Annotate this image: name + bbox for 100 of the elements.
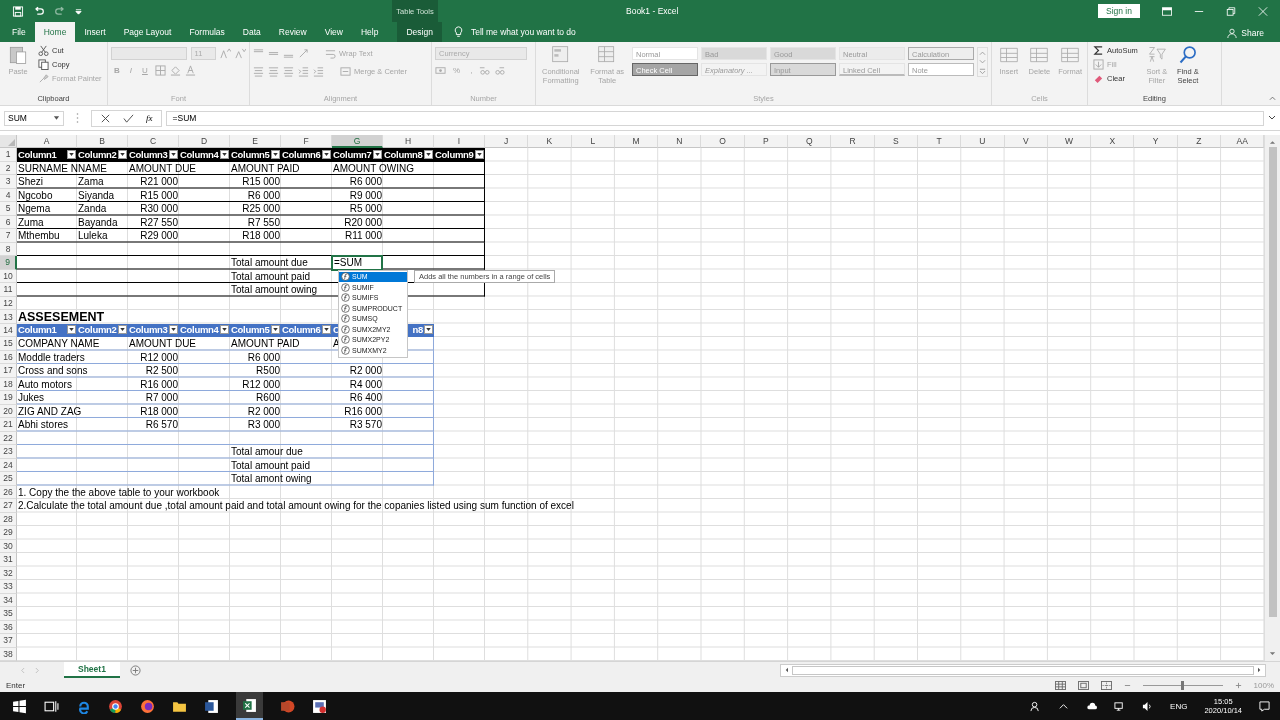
cell-text: 2.Calculate the total amount due ,total amount paid and total amount owing for the copanies listed using sum function of excel	[18, 500, 574, 512]
cell-text: Cross and sons	[18, 365, 88, 377]
row-header[interactable]: 29	[0, 526, 17, 540]
insert-function-button[interactable]: fx	[146, 113, 153, 123]
ribbon-tab[interactable]: Page Layout	[114, 22, 181, 42]
row-header[interactable]: 13	[0, 310, 17, 324]
column-header[interactable]: P	[744, 135, 789, 148]
column-header[interactable]: H	[383, 135, 434, 148]
column-title: Column4	[180, 324, 219, 336]
column-header[interactable]: U	[961, 135, 1005, 148]
input-language[interactable]: ENG	[1170, 701, 1188, 711]
column-title: Column3	[129, 148, 168, 160]
ribbon-tab[interactable]: Formulas	[180, 22, 234, 42]
ribbon-tab[interactable]: Review	[269, 22, 316, 42]
cell-text: R2 000	[349, 365, 382, 377]
tell-me-search[interactable]: Tell me what you want to do	[470, 27, 576, 37]
row-header[interactable]: 25	[0, 472, 17, 486]
cell-text: Total amour due	[231, 446, 303, 458]
row-header[interactable]: 17	[0, 364, 17, 378]
cell-text: R6 400	[349, 392, 382, 404]
cell-text: R9 000	[349, 189, 382, 201]
cell-text: R16 000	[140, 378, 178, 390]
cell-text: R600	[256, 392, 280, 404]
cell-text: R12 000	[242, 378, 280, 390]
row-header[interactable]: 15	[0, 337, 17, 351]
cell-text: Auto motors	[18, 378, 72, 390]
cell-text: R21 000	[140, 176, 178, 188]
column-header[interactable]: D	[179, 135, 230, 148]
cell-text: Total amount owing	[231, 284, 318, 296]
row-header[interactable]: 35	[0, 607, 17, 621]
cell-editor[interactable]: =SUM	[331, 255, 383, 271]
cell-text: AMOUNT OWING	[333, 162, 414, 174]
column-header[interactable]: L	[571, 135, 615, 148]
column-header[interactable]: M	[614, 135, 659, 148]
ribbon-tab[interactable]: Home	[34, 22, 76, 42]
column-header[interactable]: O	[701, 135, 745, 148]
column-title: Column9	[435, 148, 474, 160]
row-header[interactable]: 23	[0, 445, 17, 459]
cell-text: R6 000	[247, 189, 280, 201]
cell-text: R11 000	[344, 230, 382, 242]
cell-text: Shezi	[18, 176, 43, 188]
column-header[interactable]: J	[485, 135, 529, 148]
cell-text: R29 000	[140, 230, 178, 242]
row-header[interactable]: 7	[0, 229, 17, 243]
column-header[interactable]: W	[1047, 135, 1092, 148]
cell-text: Ngcobo	[18, 189, 53, 201]
cell-text: Total amont owing	[231, 473, 312, 485]
column-header[interactable]: A	[17, 135, 77, 148]
ribbon-tab[interactable]: Design	[397, 22, 442, 42]
name-box[interactable]: SUM	[4, 110, 64, 126]
share-button[interactable]: Share	[1221, 27, 1270, 39]
column-header[interactable]: E	[230, 135, 281, 148]
row-header[interactable]: 9	[0, 256, 17, 270]
column-header[interactable]: K	[528, 135, 572, 148]
column-header[interactable]: I	[434, 135, 485, 148]
column-header[interactable]: X	[1091, 135, 1135, 148]
row-header[interactable]: 3	[0, 175, 17, 189]
column-header[interactable]: Y	[1134, 135, 1178, 148]
column-header[interactable]: S	[874, 135, 918, 148]
row-header[interactable]: 37	[0, 634, 17, 648]
formula-input[interactable]: =SUM	[165, 110, 1264, 126]
column-header[interactable]: G	[332, 135, 383, 148]
ribbon-tab[interactable]: Insert	[75, 22, 115, 42]
cell-text: SURNAME N	[18, 162, 78, 174]
column-header[interactable]: R	[831, 135, 875, 148]
row-header[interactable]: 21	[0, 418, 17, 432]
ribbon-tab[interactable]: File	[3, 22, 35, 42]
cell-text: R7 000	[145, 392, 178, 404]
column-title: Column5	[231, 324, 270, 336]
column-header[interactable]: B	[77, 135, 128, 148]
column-header[interactable]: C	[128, 135, 179, 148]
column-title: Column6	[282, 148, 321, 160]
sign-in-button[interactable]: Sign in	[1098, 4, 1140, 18]
column-header[interactable]: V	[1004, 135, 1048, 148]
row-header[interactable]: 31	[0, 553, 17, 567]
column-header[interactable]: T	[917, 135, 962, 148]
ribbon-tab[interactable]: View	[315, 22, 352, 42]
column-title: Column7	[333, 148, 372, 160]
column-header[interactable]: F	[281, 135, 332, 148]
column-header[interactable]: Z	[1177, 135, 1222, 148]
row-header[interactable]: 27	[0, 499, 17, 513]
sheet-tab[interactable]: Sheet1	[64, 662, 120, 678]
row-header[interactable]: 33	[0, 580, 17, 594]
column-title: Column1	[18, 148, 57, 160]
cell-text: COMPANY NAME	[18, 338, 100, 350]
cell-text: R6 570	[145, 419, 178, 431]
status-mode: Enter	[6, 680, 26, 690]
column-header[interactable]: AA	[1221, 135, 1265, 148]
column-title: n8	[412, 324, 423, 336]
column-header[interactable]: Q	[788, 135, 832, 148]
ribbon-tab[interactable]: Help	[351, 22, 388, 42]
row-header[interactable]: 5	[0, 202, 17, 216]
cell-text: R18 000	[242, 230, 280, 242]
row-header[interactable]: 11	[0, 283, 17, 297]
row-header[interactable]: 1	[0, 148, 17, 162]
ribbon-tab[interactable]: Data	[233, 22, 270, 42]
column-header[interactable]: N	[658, 135, 702, 148]
cell-text: R25 000	[242, 203, 280, 215]
cell-text: Total amount paid	[231, 459, 310, 471]
row-header[interactable]: 19	[0, 391, 17, 405]
